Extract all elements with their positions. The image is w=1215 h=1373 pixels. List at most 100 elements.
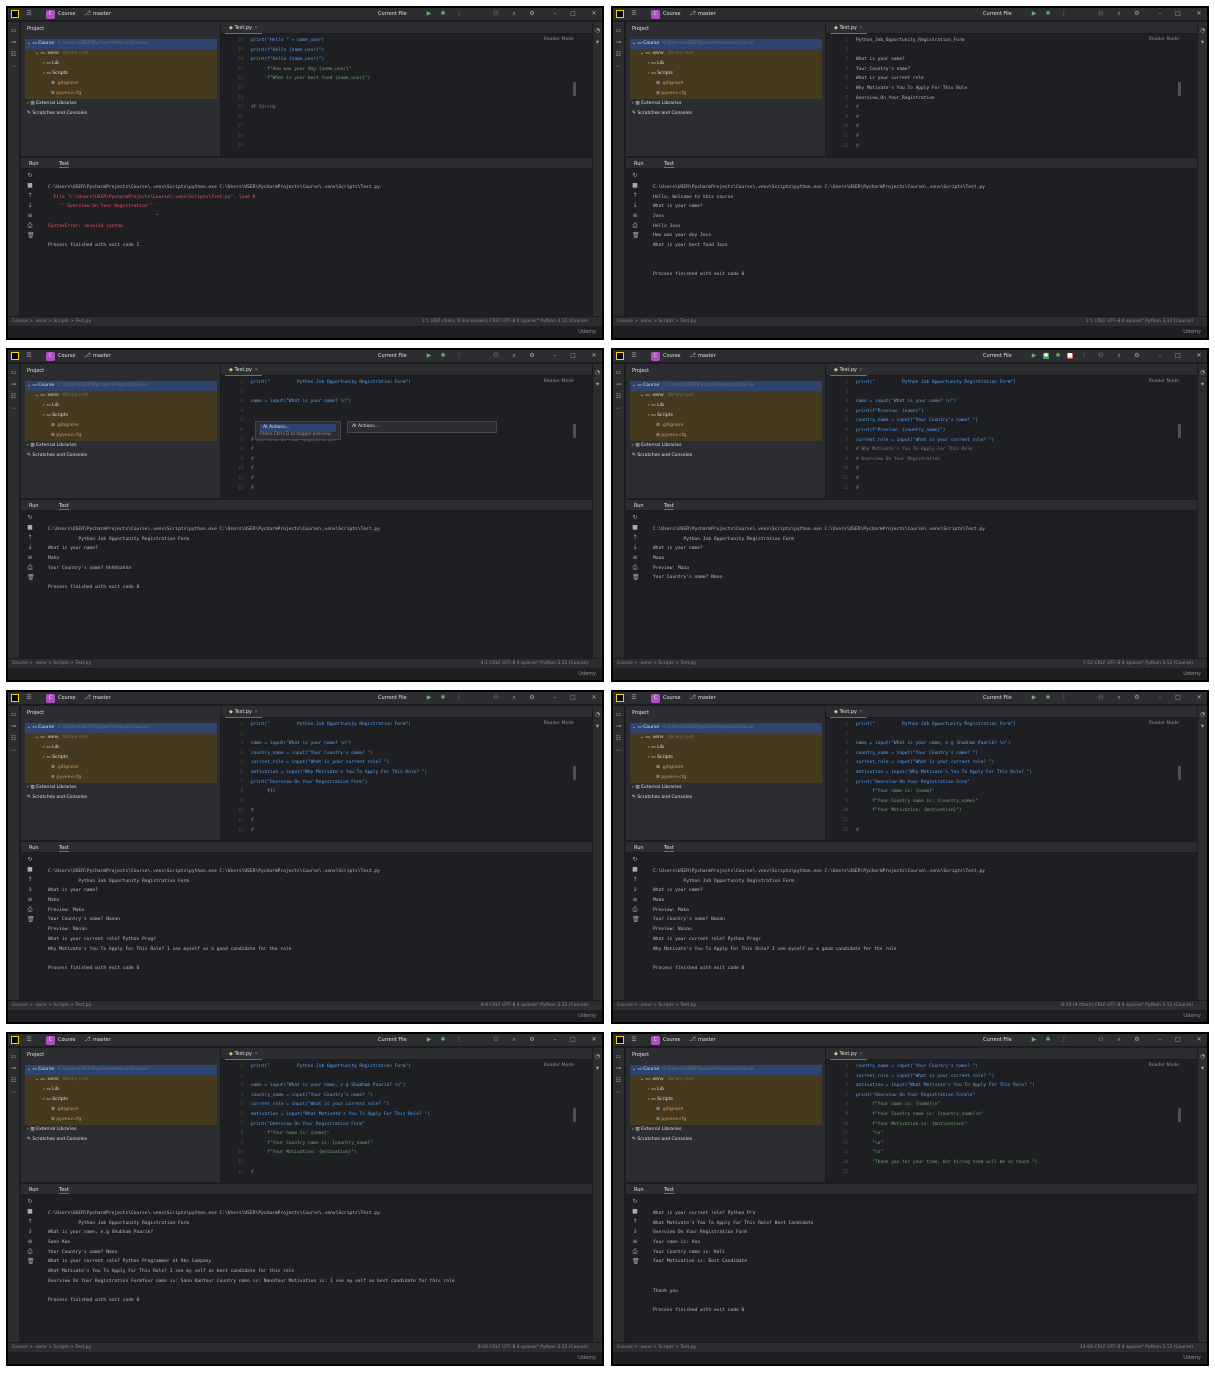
close-icon[interactable]: ✕ [1196, 1037, 1202, 1043]
close-icon[interactable]: ✕ [1196, 695, 1202, 701]
folder-icon[interactable]: ▭ [616, 712, 622, 718]
tree-external-libraries[interactable]: › ▥ External Libraries [630, 441, 822, 451]
structure-icon[interactable]: ☷ [11, 736, 17, 742]
tree-venv[interactable]: ⌄ ▭ .venv library root [25, 733, 217, 743]
tree-gitignore[interactable]: ⊘ .gitignore [25, 763, 217, 773]
code-line[interactable]: print(f"Hello {name_user}") [251, 46, 568, 56]
scroll-down-icon[interactable]: ↓ [632, 545, 638, 551]
tree-pyvenv[interactable]: ≡ pyvenv.cfg [25, 89, 217, 99]
tab-close-icon[interactable]: × [859, 367, 863, 373]
code-line[interactable]: f"Your Country name is: {country_name}" [856, 797, 1173, 807]
code-line[interactable]: "\n" [856, 1139, 1173, 1149]
tree-lib[interactable]: › ▭ Lib [25, 59, 217, 69]
code-line[interactable]: "\n" [856, 1148, 1173, 1158]
ai-assistant-icon[interactable]: ✦ [595, 1066, 601, 1072]
settings-icon[interactable]: ⚙ [1134, 11, 1140, 17]
code-line[interactable] [251, 142, 568, 152]
minimize-icon[interactable]: – [1157, 1037, 1163, 1043]
code-line[interactable]: country_name = input("Your Country's nam… [251, 1091, 568, 1101]
breadcrumb[interactable]: Course > .venv > Scripts > Test.py [617, 319, 696, 324]
tree-scratches[interactable]: ✎ Scratches and Consoles [25, 793, 217, 803]
tree-venv[interactable]: ⌄ ▭ .venv library root [630, 1075, 822, 1085]
code-line[interactable] [251, 388, 568, 398]
code-line[interactable]: print("Overview On Your Registration For… [856, 1091, 1173, 1101]
search-icon[interactable]: ⌕ [511, 11, 517, 17]
editor-scrollbar[interactable] [573, 82, 576, 96]
commit-icon[interactable]: ⊸ [616, 40, 622, 46]
code-line[interactable]: country_name = input("Your Country's nam… [856, 749, 1173, 759]
code-line[interactable]: # [856, 103, 1173, 113]
run-config-dropdown[interactable]: Current File [378, 353, 407, 359]
code-line[interactable]: # [856, 464, 1173, 474]
more-tools-icon[interactable]: ⋯ [11, 64, 17, 70]
code-line[interactable] [251, 407, 568, 417]
code-line[interactable] [251, 730, 568, 740]
project-panel-title[interactable]: Project [632, 1052, 649, 1058]
more-icon[interactable]: ⋮ [456, 11, 462, 17]
code-line[interactable] [856, 816, 1173, 826]
run-console-output[interactable]: C:\Users\USER\PycharmProjects\Course\.ve… [653, 867, 1193, 1006]
editor-scrollbar[interactable] [1178, 424, 1181, 438]
project-panel-title[interactable]: Project [27, 26, 44, 32]
soft-wrap-icon[interactable]: ≡ [27, 1239, 33, 1245]
tree-lib[interactable]: › ▭ Lib [25, 743, 217, 753]
maximize-icon[interactable]: □ [1175, 353, 1181, 359]
close-icon[interactable]: ✕ [591, 11, 597, 17]
popup-item-ai-actions[interactable]: AI Actions... [260, 424, 336, 432]
add-user-icon[interactable]: ⚇ [1098, 353, 1104, 359]
scroll-up-icon[interactable]: ↑ [27, 535, 33, 541]
delete-icon[interactable]: 🗑 [632, 1259, 640, 1265]
minimize-icon[interactable]: – [1157, 695, 1163, 701]
soft-wrap-icon[interactable]: ≡ [632, 213, 638, 219]
run-config-dropdown[interactable]: Current File [983, 695, 1012, 701]
tree-root[interactable]: ⌄ ▭ Course C:\Users\USER\PycharmProjects\… [630, 381, 822, 391]
code-line[interactable]: # [251, 455, 568, 465]
hamburger-menu-icon[interactable]: ☰ [631, 353, 637, 359]
stop-run-icon[interactable]: ■ [27, 183, 33, 189]
hamburger-menu-icon[interactable]: ☰ [631, 11, 637, 17]
code-line[interactable]: print("Hello " + name_user) [251, 36, 568, 46]
notifications-icon[interactable]: ◔ [1200, 712, 1206, 718]
submenu-item-ai-actions[interactable]: AI Actions... [352, 424, 492, 430]
ai-assistant-icon[interactable]: ✦ [1200, 382, 1206, 388]
more-tools-icon[interactable]: ⋯ [616, 748, 622, 754]
code-line[interactable]: current_role = input("What is your curre… [251, 758, 568, 768]
tree-gitignore[interactable]: ⊘ .gitignore [630, 79, 822, 89]
maximize-icon[interactable]: □ [570, 11, 576, 17]
settings-icon[interactable]: ⚙ [529, 1037, 535, 1043]
scroll-up-icon[interactable]: ↑ [27, 877, 33, 883]
code-line[interactable]: # [251, 826, 568, 836]
minimize-icon[interactable]: – [552, 1037, 558, 1043]
search-icon[interactable]: ⌕ [1116, 1037, 1122, 1043]
code-line[interactable]: Python_Job_Opportunity_Registration_Form [856, 36, 1173, 46]
code-line[interactable] [251, 797, 568, 807]
run-tab-test[interactable]: Test [59, 1187, 69, 1194]
search-icon[interactable]: ⌕ [511, 353, 517, 359]
scroll-up-icon[interactable]: ↑ [632, 193, 638, 199]
scroll-down-icon[interactable]: ↓ [27, 203, 33, 209]
code-line[interactable]: name = input("What is your name? \n") [856, 397, 1173, 407]
run-icon[interactable]: ▶ [1031, 11, 1037, 17]
editor-scrollbar[interactable] [1178, 1108, 1181, 1122]
minimize-icon[interactable]: – [552, 695, 558, 701]
code-line[interactable]: print(" Python Job Opportunity Registrat… [251, 720, 568, 730]
tree-external-libraries[interactable]: › ▥ External Libraries [25, 99, 217, 109]
breadcrumb[interactable]: Course > .venv > Scripts > Test.py [12, 1345, 91, 1350]
encoding-indentation-interpreter[interactable]: CRLF UTF-8 4 spaces* Python 3.12 (Course… [489, 319, 588, 324]
rerun-icon[interactable]: ↻ [632, 173, 638, 179]
tree-scripts[interactable]: › ▭ Scripts [25, 753, 217, 763]
add-user-icon[interactable]: ⚇ [493, 695, 499, 701]
close-icon[interactable]: ✕ [591, 695, 597, 701]
stop-run-icon[interactable]: ■ [632, 1209, 638, 1215]
tree-root[interactable]: ⌄ ▭ Course C:\Users\USER\PycharmProjects\… [630, 723, 822, 733]
code-line[interactable]: f"Your Motivation: {motivation}") [251, 1148, 568, 1158]
encoding-indentation-interpreter[interactable]: CRLF UTF-8 4 spaces* Python 3.12 (Course… [489, 1345, 588, 1350]
scroll-up-icon[interactable]: ↑ [632, 535, 638, 541]
more-tools-icon[interactable]: ⋯ [616, 64, 622, 70]
more-tools-icon[interactable]: ⋯ [11, 748, 17, 754]
scroll-up-icon[interactable]: ↑ [27, 1219, 33, 1225]
breadcrumb[interactable]: Course > .venv > Scripts > Test.py [617, 1003, 696, 1008]
code-line[interactable]: # [856, 122, 1173, 132]
project-name-dropdown[interactable]: Course [58, 11, 75, 17]
code-area[interactable]: print(" Python Job Opportunity Registrat… [251, 1062, 568, 1177]
